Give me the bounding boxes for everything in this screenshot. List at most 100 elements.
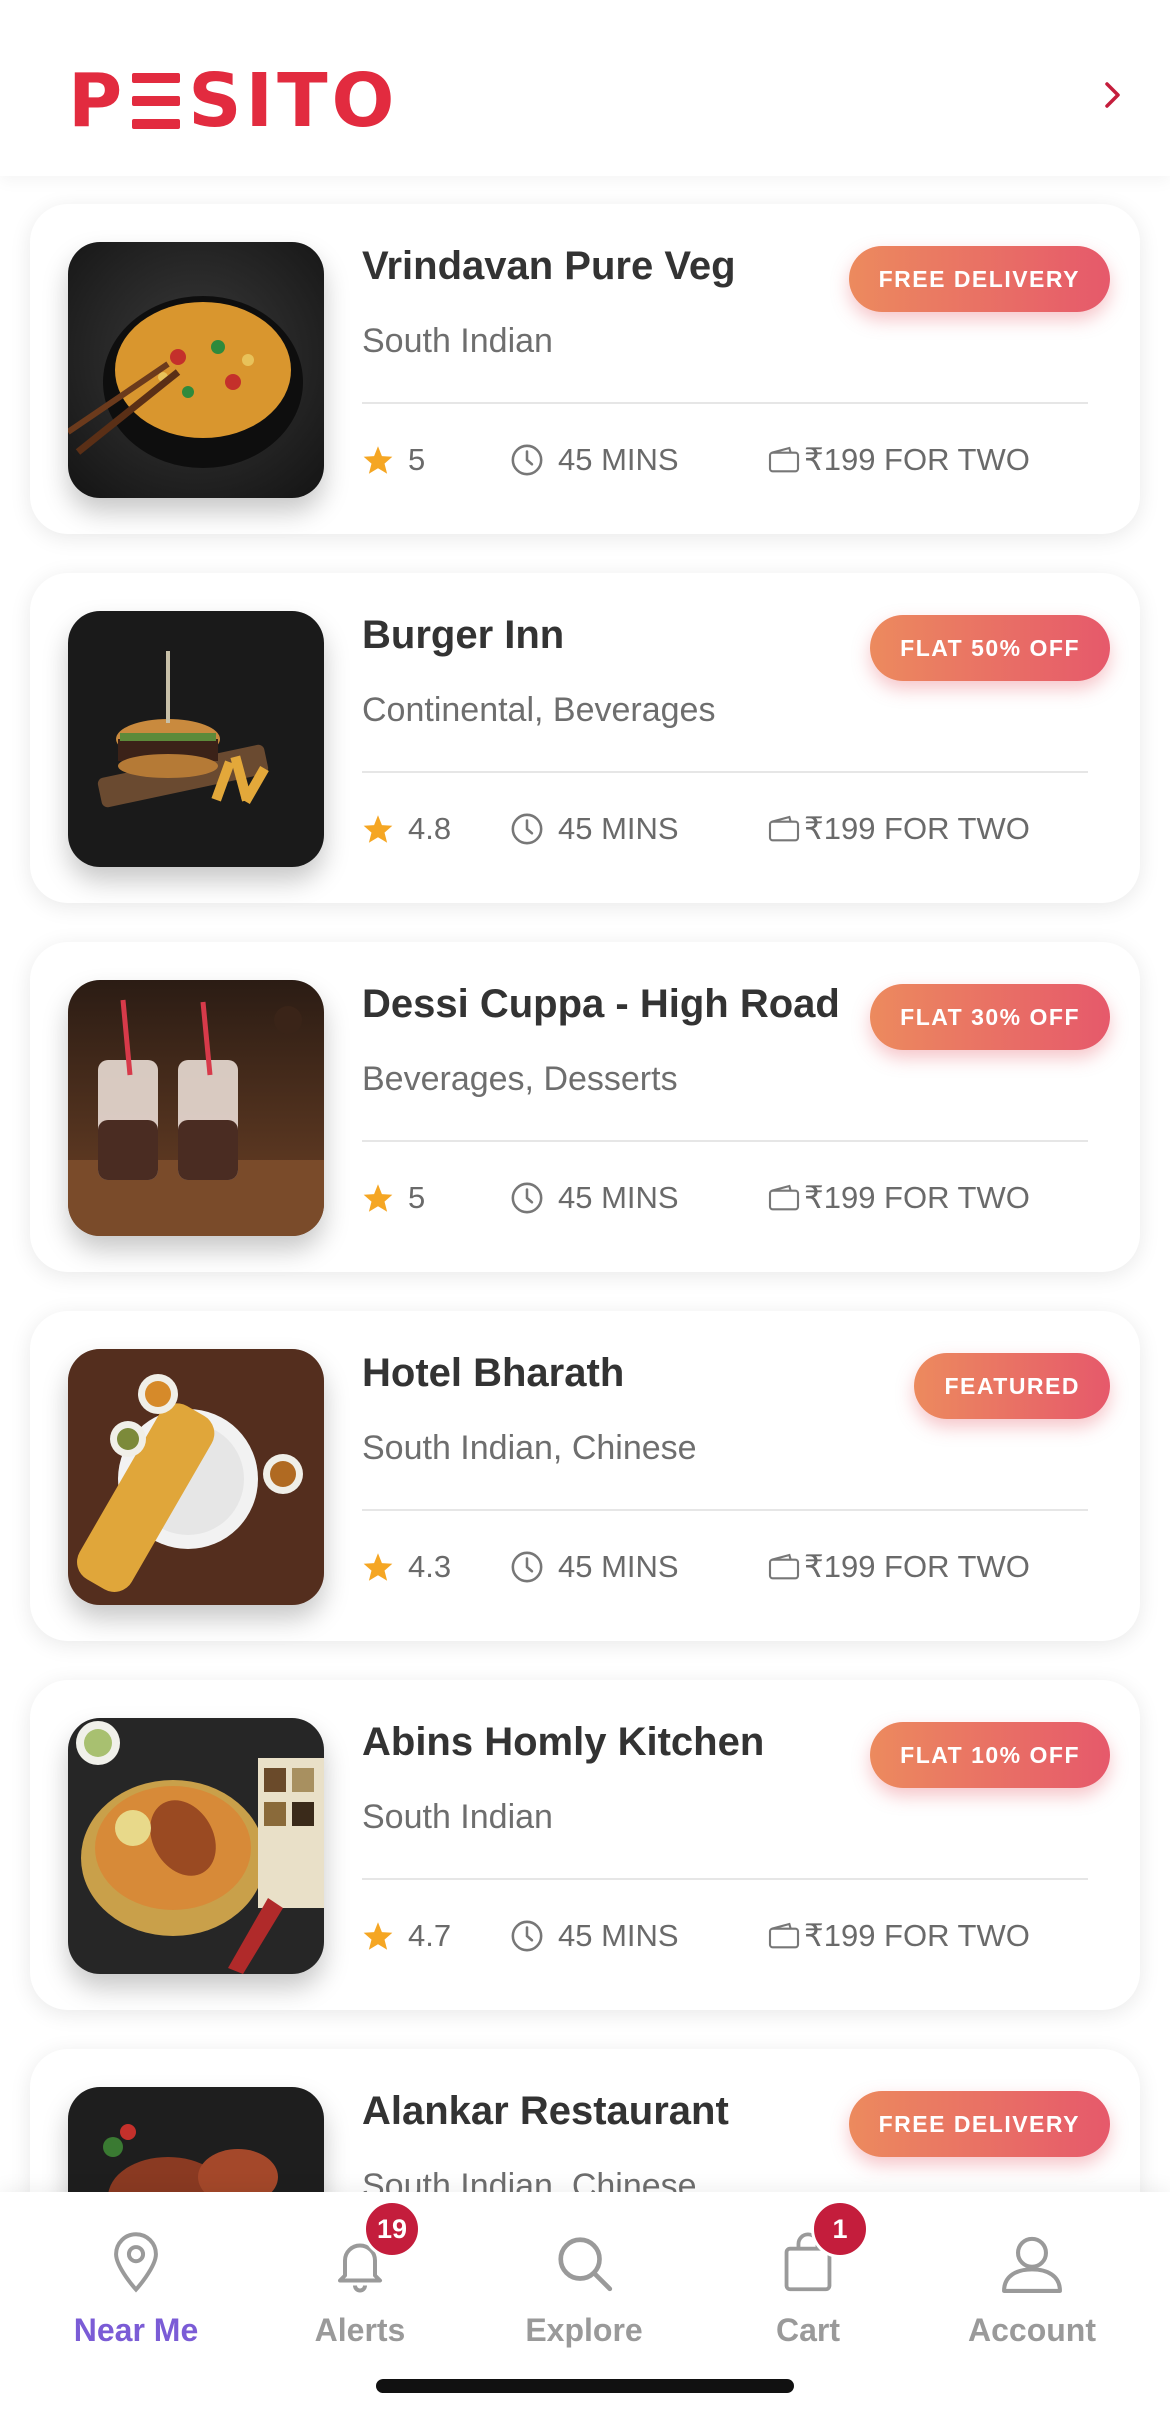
restaurant-image: [68, 1349, 324, 1605]
restaurant-name: Abins Homly Kitchen: [362, 1720, 765, 1764]
cost-for-two: ₹199 FOR TWO: [768, 1545, 1030, 1589]
restaurant-image: [68, 980, 324, 1236]
offer-badge: FLAT 10% OFF: [870, 1722, 1110, 1788]
delivery-time: 45 MINS: [510, 438, 679, 482]
restaurant-card[interactable]: Alankar Restaurant South Indian, Chinese…: [30, 2049, 1140, 2192]
divider: [362, 771, 1088, 773]
restaurant-name: Burger Inn: [362, 613, 565, 657]
restaurant-image: [68, 242, 324, 498]
restaurant-cuisine: South Indian, Chinese: [362, 1429, 697, 1467]
rating: 4.8: [362, 807, 451, 851]
cost-value: ₹199 FOR TWO: [804, 1180, 1030, 1215]
delivery-time: 45 MINS: [510, 1914, 679, 1958]
app-header: P SITO: [0, 0, 1170, 176]
cost-value: ₹199 FOR TWO: [804, 811, 1030, 846]
home-indicator[interactable]: [376, 2379, 794, 2393]
divider: [362, 402, 1088, 404]
user-icon: [997, 2228, 1067, 2298]
rating-value: 5: [408, 442, 426, 477]
wallet-icon: [768, 815, 800, 842]
location-pin-icon: [101, 2228, 171, 2298]
cost-for-two: ₹199 FOR TWO: [768, 807, 1030, 851]
divider: [362, 1140, 1088, 1142]
rating-value: 4.7: [408, 1918, 452, 1953]
rating: 5: [362, 1176, 425, 1220]
chevron-right-icon[interactable]: [1098, 80, 1128, 110]
bell-icon: 19: [325, 2200, 421, 2298]
restaurant-cuisine: Beverages, Desserts: [362, 1060, 678, 1098]
restaurant-image: [68, 2087, 324, 2192]
restaurant-cuisine: South Indian: [362, 1798, 553, 1836]
cost-value: ₹199 FOR TWO: [804, 442, 1030, 477]
tab-label: Alerts: [314, 2312, 406, 2348]
rating-value: 4.8: [408, 811, 452, 846]
restaurant-image: [68, 1718, 324, 1974]
clock-icon: [511, 1920, 543, 1952]
star-icon: [363, 1184, 393, 1212]
restaurant-image: [68, 611, 324, 867]
time-value: 45 MINS: [558, 442, 679, 477]
clock-icon: [511, 813, 543, 845]
tab-label: Account: [968, 2312, 1096, 2348]
restaurant-card[interactable]: Dessi Cuppa - High Road Beverages, Desse…: [30, 942, 1140, 1272]
restaurant-list[interactable]: Vrindavan Pure Veg South Indian FREE DEL…: [0, 176, 1170, 2192]
wallet-icon: [768, 1922, 800, 1949]
restaurant-card[interactable]: Vrindavan Pure Veg South Indian FREE DEL…: [30, 204, 1140, 534]
rating-value: 4.3: [408, 1549, 452, 1584]
offer-badge: FEATURED: [914, 1353, 1110, 1419]
tab-label: Cart: [775, 2312, 840, 2348]
cost-for-two: ₹199 FOR TWO: [768, 1176, 1030, 1220]
rating-value: 5: [408, 1180, 426, 1215]
restaurant-card[interactable]: Abins Homly Kitchen South Indian FLAT 10…: [30, 1680, 1140, 2010]
wallet-icon: [768, 446, 800, 473]
rating: 5: [362, 438, 425, 482]
star-icon: [363, 815, 393, 843]
wallet-icon: [768, 1553, 800, 1580]
time-value: 45 MINS: [558, 1549, 679, 1584]
delivery-time: 45 MINS: [510, 1545, 679, 1589]
search-icon: [549, 2228, 619, 2298]
star-icon: [363, 1553, 393, 1581]
tab-near-me[interactable]: Near Me: [46, 2228, 226, 2368]
time-value: 45 MINS: [558, 811, 679, 846]
clock-icon: [511, 1551, 543, 1583]
offer-badge: FLAT 30% OFF: [870, 984, 1110, 1050]
delivery-time: 45 MINS: [510, 807, 679, 851]
offer-badge: FREE DELIVERY: [848, 2091, 1110, 2157]
delivery-time: 45 MINS: [510, 1176, 679, 1220]
restaurant-cuisine: South Indian: [362, 322, 553, 360]
divider: [362, 1878, 1088, 1880]
rating: 4.3: [362, 1545, 451, 1589]
restaurant-card[interactable]: Hotel Bharath South Indian, Chinese FEAT…: [30, 1311, 1140, 1641]
tab-cart[interactable]: 1 Cart: [718, 2200, 898, 2368]
cart-count-badge: 1: [811, 2200, 869, 2258]
restaurant-cuisine: Continental, Beverages: [362, 691, 716, 729]
cost-for-two: ₹199 FOR TWO: [768, 438, 1030, 482]
tab-alerts[interactable]: 19 Alerts: [270, 2200, 450, 2368]
offer-badge: FLAT 50% OFF: [870, 615, 1110, 681]
restaurant-name: Vrindavan Pure Veg: [362, 244, 736, 288]
shopping-bag-icon: 1: [773, 2200, 869, 2298]
tab-label: Near Me: [73, 2312, 199, 2348]
cost-for-two: ₹199 FOR TWO: [768, 1914, 1030, 1958]
cost-value: ₹199 FOR TWO: [804, 1918, 1030, 1953]
clock-icon: [511, 444, 543, 476]
clock-icon: [511, 1182, 543, 1214]
tab-account[interactable]: Account: [942, 2228, 1122, 2368]
restaurant-card[interactable]: Burger Inn Continental, Beverages FLAT 5…: [30, 573, 1140, 903]
rating: 4.7: [362, 1914, 451, 1958]
pesito-logo[interactable]: P SITO: [68, 58, 398, 144]
restaurant-name: Alankar Restaurant: [362, 2089, 729, 2133]
star-icon: [363, 1922, 393, 1950]
alerts-count-badge: 19: [363, 2200, 421, 2258]
tab-label: Explore: [525, 2312, 643, 2348]
time-value: 45 MINS: [558, 1180, 679, 1215]
time-value: 45 MINS: [558, 1918, 679, 1953]
offer-badge: FREE DELIVERY: [848, 246, 1110, 312]
restaurant-name: Dessi Cuppa - High Road: [362, 982, 840, 1026]
tab-explore[interactable]: Explore: [494, 2228, 674, 2368]
star-icon: [363, 446, 393, 474]
divider: [362, 1509, 1088, 1511]
restaurant-cuisine: South Indian, Chinese: [362, 2167, 697, 2192]
restaurant-name: Hotel Bharath: [362, 1351, 625, 1395]
